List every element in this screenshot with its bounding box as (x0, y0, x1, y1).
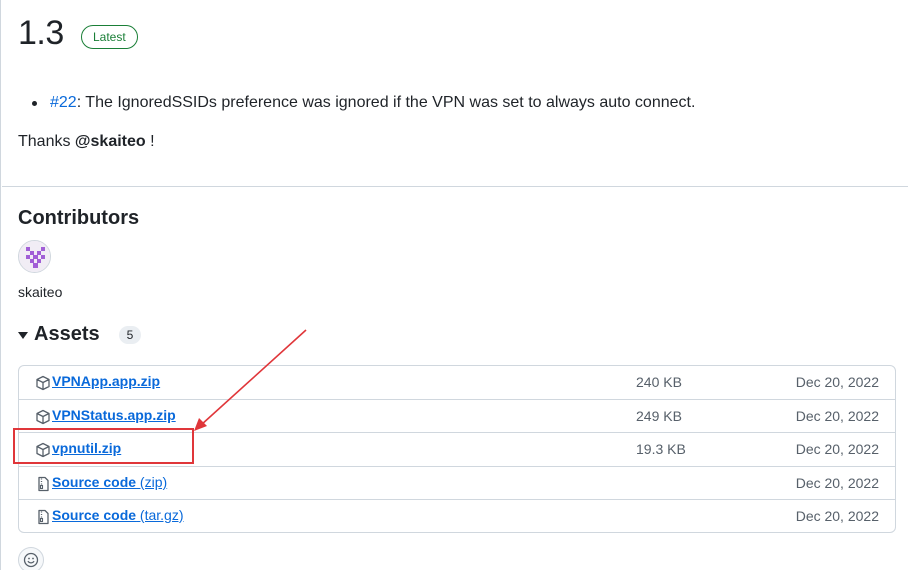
release-note-text: : The IgnoredSSIDs preference was ignore… (76, 94, 696, 111)
asset-row: Source code (zip) Dec 20, 2022 (19, 466, 895, 499)
asset-size: 19.3 KB (636, 441, 686, 457)
list-bullet (32, 101, 37, 106)
asset-row: VPNApp.app.zip 240 KB Dec 20, 2022 (19, 366, 895, 399)
file-zip-icon (38, 476, 49, 492)
triangle-down-icon (18, 331, 28, 339)
asset-date: Dec 20, 2022 (795, 408, 879, 424)
release-note-item: #22: The IgnoredSSIDs preference was ign… (50, 93, 695, 113)
asset-size: 240 KB (636, 374, 682, 390)
package-icon (36, 409, 50, 425)
asset-link[interactable]: Source code (zip) (52, 474, 167, 490)
section-divider (2, 186, 908, 187)
asset-name: VPNStatus.app.zip (52, 407, 176, 423)
avatar[interactable] (18, 240, 51, 273)
asset-date: Dec 20, 2022 (795, 508, 879, 524)
assets-count-badge: 5 (119, 326, 141, 344)
asset-size: 249 KB (636, 408, 682, 424)
contributors-heading: Contributors (18, 207, 140, 229)
latest-badge: Latest (81, 25, 138, 49)
contributor-name[interactable]: skaiteo (18, 284, 62, 300)
package-icon (36, 375, 50, 391)
thanks-prefix: Thanks (18, 133, 75, 150)
assets-toggle[interactable]: Assets (18, 322, 100, 346)
asset-name: Source code (52, 474, 137, 490)
asset-name: VPNApp.app.zip (52, 373, 161, 389)
user-mention[interactable]: @skaiteo (75, 133, 146, 150)
issue-link[interactable]: #22 (50, 94, 77, 111)
identicon-icon (19, 241, 50, 272)
asset-link[interactable]: Source code (tar.gz) (52, 507, 184, 523)
smiley-icon (23, 552, 39, 568)
asset-ext: (tar.gz) (136, 507, 184, 523)
assets-heading: Assets (34, 322, 100, 345)
thanks-suffix: ! (145, 133, 155, 150)
release-panel: 1.3 Latest #22: The IgnoredSSIDs prefere… (0, 0, 908, 570)
asset-date: Dec 20, 2022 (795, 374, 879, 390)
asset-link[interactable]: VPNApp.app.zip (52, 373, 160, 389)
release-title[interactable]: 1.3 (18, 14, 64, 53)
asset-ext: (zip) (136, 474, 168, 490)
asset-name: Source code (52, 507, 137, 523)
asset-date: Dec 20, 2022 (795, 441, 879, 457)
add-reaction-button[interactable] (18, 547, 44, 570)
annotation-highlight (13, 428, 194, 464)
asset-link[interactable]: VPNStatus.app.zip (52, 407, 176, 423)
thanks-text: Thanks @skaiteo ! (18, 133, 155, 151)
asset-row: Source code (tar.gz) Dec 20, 2022 (19, 499, 895, 532)
file-zip-icon (38, 509, 49, 525)
asset-date: Dec 20, 2022 (795, 475, 879, 491)
